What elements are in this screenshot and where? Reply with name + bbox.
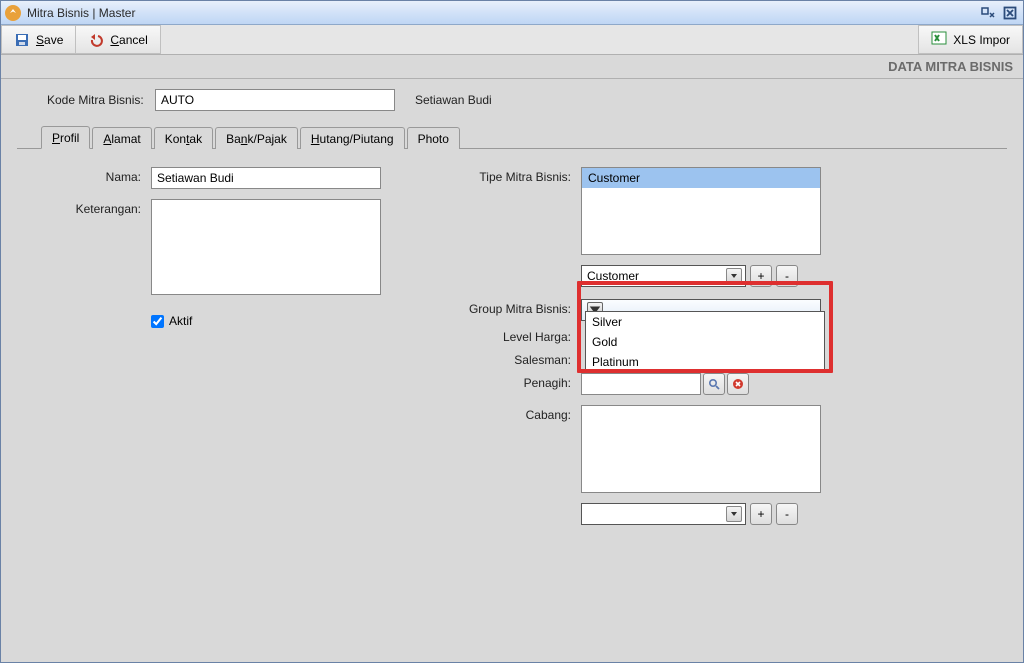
tipe-combo[interactable]: Customer: [581, 265, 746, 287]
tab-alamat[interactable]: Alamat: [92, 127, 151, 149]
tab-hutang-piutang[interactable]: Hutang/Piutang: [300, 127, 405, 149]
group-option-silver[interactable]: Silver: [586, 312, 824, 332]
xls-label: XLS Impor: [953, 33, 1010, 47]
chevron-down-icon: [726, 268, 742, 284]
save-button[interactable]: Save: [1, 25, 76, 54]
kode-label: Kode Mitra Bisnis:: [47, 93, 155, 107]
tipe-add-button[interactable]: +: [750, 265, 772, 287]
tipe-list-item[interactable]: Customer: [582, 168, 820, 188]
level-label: Level Harga:: [441, 327, 581, 344]
penagih-clear-button[interactable]: [727, 373, 749, 395]
window-title: Mitra Bisnis | Master: [27, 6, 979, 20]
aktif-label: Aktif: [169, 314, 192, 328]
group-option-gold[interactable]: Gold: [586, 332, 824, 352]
penagih-label: Penagih:: [441, 373, 581, 395]
cabang-remove-button[interactable]: -: [776, 503, 798, 525]
tipe-combo-value: Customer: [587, 269, 726, 283]
group-label: Group Mitra Bisnis:: [441, 299, 581, 321]
cancel-label: Cancel: [110, 33, 147, 47]
cabang-combo[interactable]: [581, 503, 746, 525]
group-option-platinum[interactable]: Platinum: [586, 352, 824, 372]
tab-kontak[interactable]: Kontak: [154, 127, 213, 149]
keterangan-textarea[interactable]: [151, 199, 381, 295]
tabs: Profil Alamat Kontak Bank/Pajak Hutang/P…: [17, 125, 1007, 149]
kode-display-name: Setiawan Budi: [415, 93, 492, 107]
aktif-checkbox-row[interactable]: Aktif: [151, 314, 441, 328]
close-icon[interactable]: [1001, 5, 1019, 21]
titlebar: Mitra Bisnis | Master: [1, 1, 1023, 25]
save-label: Save: [36, 33, 63, 47]
cabang-add-button[interactable]: +: [750, 503, 772, 525]
maximize-icon[interactable]: [979, 5, 997, 21]
kode-input[interactable]: [155, 89, 395, 111]
chevron-down-icon: [726, 506, 742, 522]
salesman-label: Salesman:: [441, 350, 581, 367]
xls-import-button[interactable]: XLS Impor: [918, 25, 1023, 54]
group-dropdown-list[interactable]: Silver Gold Platinum: [585, 311, 825, 373]
tipe-listbox[interactable]: Customer: [581, 167, 821, 255]
penagih-input[interactable]: [581, 373, 701, 395]
tipe-remove-button[interactable]: -: [776, 265, 798, 287]
cabang-listbox[interactable]: [581, 405, 821, 493]
nama-input[interactable]: [151, 167, 381, 189]
xls-icon: [931, 30, 947, 49]
tab-bank-pajak[interactable]: Bank/Pajak: [215, 127, 298, 149]
undo-icon: [88, 32, 104, 48]
search-icon: [708, 378, 720, 390]
nama-label: Nama:: [41, 167, 151, 189]
clear-icon: [732, 378, 744, 390]
aktif-checkbox[interactable]: [151, 315, 164, 328]
tab-profil[interactable]: Profil: [41, 126, 90, 149]
app-icon: [5, 5, 21, 21]
penagih-search-button[interactable]: [703, 373, 725, 395]
cancel-button[interactable]: Cancel: [75, 25, 160, 54]
page-title: DATA MITRA BISNIS: [1, 55, 1023, 79]
toolbar: Save Cancel XLS Impor: [1, 25, 1023, 55]
tipe-label: Tipe Mitra Bisnis:: [441, 167, 581, 255]
tab-photo[interactable]: Photo: [407, 127, 460, 149]
save-icon: [14, 32, 30, 48]
cabang-label: Cabang:: [441, 405, 581, 493]
keterangan-label: Keterangan:: [41, 199, 151, 298]
